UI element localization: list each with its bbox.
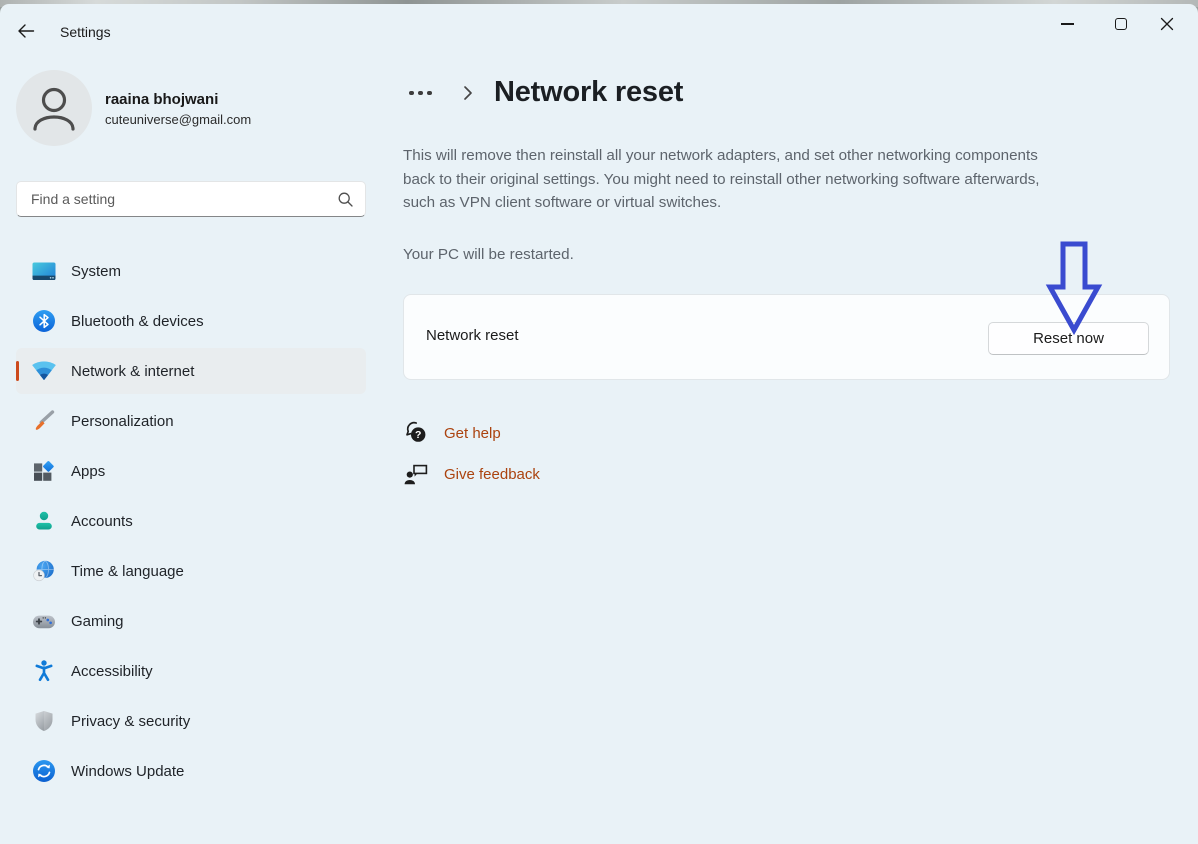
svg-text:?: ? (415, 429, 421, 441)
get-help-link[interactable]: ? Get help (403, 420, 501, 446)
person-icon (16, 70, 92, 146)
reset-now-button[interactable]: Reset now (988, 322, 1149, 355)
give-feedback-link[interactable]: Give feedback (403, 461, 540, 487)
sidebar-item-label: Apps (71, 463, 105, 480)
search-icon (338, 192, 353, 207)
search-box[interactable] (16, 181, 366, 217)
sidebar-item-windows-update[interactable]: Windows Update (16, 748, 366, 794)
accounts-icon (32, 509, 56, 533)
back-arrow-icon (17, 23, 35, 39)
sidebar-item-label: Network & internet (71, 363, 194, 380)
account-email: cuteuniverse@gmail.com (105, 112, 251, 127)
selected-indicator (16, 361, 19, 381)
sidebar-item-system[interactable]: System (16, 248, 366, 294)
wifi-icon (32, 359, 56, 383)
card-label: Network reset (426, 327, 519, 344)
sidebar-item-label: Gaming (71, 613, 124, 630)
page-title: Network reset (494, 76, 683, 109)
ellipsis-icon (418, 91, 423, 96)
sidebar-item-network-internet[interactable]: Network & internet (16, 348, 366, 394)
sidebar-item-label: Time & language (71, 563, 184, 580)
page-description: This will remove then reinstall all your… (403, 144, 1040, 215)
shield-icon (32, 709, 56, 733)
sidebar-item-personalization[interactable]: Personalization (16, 398, 366, 444)
sidebar-nav: System Bluetooth & devices (16, 248, 366, 794)
sidebar-item-apps[interactable]: Apps (16, 448, 366, 494)
ellipsis-icon (427, 91, 432, 96)
gamepad-icon (32, 609, 56, 633)
globe-clock-icon (32, 559, 56, 583)
search-input[interactable] (31, 191, 338, 207)
breadcrumb-more-button[interactable] (409, 88, 432, 98)
minimize-button[interactable] (1044, 8, 1090, 40)
feedback-person-icon (403, 461, 429, 487)
description-line: This will remove then reinstall all your… (403, 144, 1040, 168)
window-title: Settings (60, 24, 111, 40)
sidebar-item-label: System (71, 263, 121, 280)
accessibility-icon (32, 659, 56, 683)
avatar[interactable] (16, 70, 92, 146)
apps-icon (32, 459, 56, 483)
system-icon (32, 259, 56, 283)
windows-update-icon (32, 759, 56, 783)
sidebar-item-accounts[interactable]: Accounts (16, 498, 366, 544)
settings-window: Settings raaina bhojwani cuteuniverse@gm… (0, 0, 1198, 844)
get-help-label: Get help (444, 425, 501, 442)
sidebar-item-time-language[interactable]: Time & language (16, 548, 366, 594)
back-button[interactable] (17, 23, 39, 41)
restart-note: Your PC will be restarted. (403, 246, 574, 263)
description-line: back to their original settings. You mig… (403, 168, 1040, 192)
description-line: such as VPN client software or virtual s… (403, 191, 1040, 215)
maximize-button[interactable] (1098, 8, 1144, 40)
brush-icon (32, 409, 56, 433)
ellipsis-icon (409, 91, 414, 96)
bluetooth-icon (32, 309, 56, 333)
network-reset-card: Network reset Reset now (403, 294, 1170, 380)
sidebar-item-accessibility[interactable]: Accessibility (16, 648, 366, 694)
sidebar-item-label: Bluetooth & devices (71, 313, 204, 330)
sidebar-item-label: Accounts (71, 513, 133, 530)
sidebar-item-label: Personalization (71, 413, 174, 430)
chevron-right-icon (463, 85, 473, 106)
sidebar-item-privacy-security[interactable]: Privacy & security (16, 698, 366, 744)
give-feedback-label: Give feedback (444, 466, 540, 483)
sidebar-item-label: Windows Update (71, 763, 184, 780)
sidebar-item-gaming[interactable]: Gaming (16, 598, 366, 644)
account-name: raaina bhojwani (105, 91, 218, 108)
help-bubble-icon: ? (403, 420, 429, 446)
minimize-icon (1061, 23, 1074, 25)
close-button[interactable] (1144, 8, 1190, 40)
close-icon (1160, 17, 1174, 31)
sidebar-item-label: Accessibility (71, 663, 153, 680)
maximize-icon (1115, 18, 1127, 30)
sidebar-item-bluetooth-devices[interactable]: Bluetooth & devices (16, 298, 366, 344)
sidebar-item-label: Privacy & security (71, 713, 190, 730)
